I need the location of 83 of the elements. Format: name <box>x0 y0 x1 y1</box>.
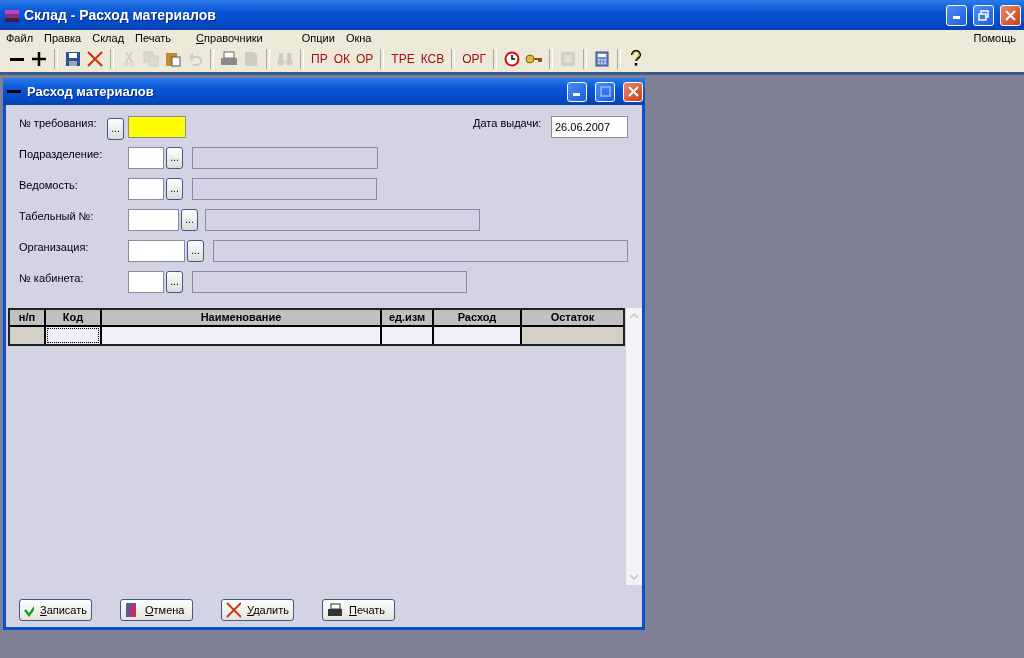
plus-icon <box>31 51 47 67</box>
printer-icon <box>327 603 343 617</box>
table-cell[interactable] <box>382 327 432 344</box>
menu-item[interactable]: Справочники <box>196 32 263 44</box>
input-field[interactable] <box>128 240 185 262</box>
delete-x-icon <box>226 602 241 618</box>
lookup-button[interactable]: ... <box>166 147 183 169</box>
window-title: Склад - Расход материалов <box>24 7 217 23</box>
input-field[interactable] <box>128 209 179 231</box>
date-field[interactable]: 26.06.2007 <box>551 116 628 138</box>
printer-icon <box>220 51 238 67</box>
lookup-button[interactable]: ... <box>166 178 183 200</box>
table-cell[interactable] <box>10 327 44 344</box>
menu-item[interactable]: Печать <box>135 32 172 44</box>
scissors-icon <box>121 51 137 67</box>
action-button[interactable]: Отмена <box>120 599 193 621</box>
maximize-button[interactable] <box>595 81 615 102</box>
menu-item[interactable]: Файл <box>6 32 34 44</box>
help-question-icon <box>629 50 644 68</box>
toolbar-button[interactable]: ОК <box>330 48 353 70</box>
books-icon <box>4 7 20 23</box>
field-label: № кабинета: <box>19 271 85 284</box>
document-icon <box>243 51 259 67</box>
scrollbar[interactable] <box>626 308 642 585</box>
toolbar-button[interactable]: ОРГ <box>459 48 490 70</box>
field-label: Дата выдачи: <box>473 116 543 129</box>
lookup-button[interactable]: ... <box>166 271 183 293</box>
menu-item[interactable]: Помощь <box>973 32 1016 44</box>
delete-x-icon <box>86 50 104 68</box>
restore-icon <box>978 9 989 21</box>
table-cell[interactable] <box>434 327 520 344</box>
field-label: Ведомость: <box>19 178 79 191</box>
lookup-button[interactable]: ... <box>187 240 204 262</box>
input-field[interactable] <box>128 116 186 138</box>
close-icon <box>1005 9 1016 21</box>
close-button[interactable] <box>623 81 643 102</box>
column-header[interactable]: н/п <box>10 310 44 325</box>
door-icon <box>125 602 139 618</box>
menu-item[interactable]: Правка <box>44 32 82 44</box>
restore-button[interactable] <box>973 4 994 26</box>
column-header[interactable]: Расход <box>434 310 520 325</box>
child-window-title: Расход материалов <box>27 84 155 99</box>
close-icon <box>627 86 639 97</box>
lookup-button[interactable]: ... <box>107 118 124 140</box>
field-label: Организация: <box>19 240 90 253</box>
copy-icon <box>143 51 159 67</box>
toolbar-button[interactable]: КСВ <box>417 48 448 70</box>
field-label: № требования: <box>19 116 98 129</box>
toolbar-button[interactable]: ОР <box>352 48 377 70</box>
calculator-icon <box>595 51 610 67</box>
table-cell[interactable] <box>522 327 623 344</box>
table-cell[interactable] <box>46 327 100 344</box>
minus-icon <box>10 57 24 61</box>
minimize-button[interactable] <box>946 4 967 26</box>
column-header[interactable]: ед.изм <box>382 310 432 325</box>
clock-icon <box>504 51 521 67</box>
column-header[interactable]: Код <box>46 310 100 325</box>
action-button[interactable]: Записать <box>19 599 92 621</box>
action-button[interactable]: Печать <box>322 599 395 621</box>
field-label: Табельный №: <box>19 209 95 222</box>
toolbar-button[interactable]: ТРЕ <box>388 48 418 70</box>
menu-item[interactable]: Склад <box>92 32 125 44</box>
close-button[interactable] <box>1000 4 1021 26</box>
column-header[interactable]: Наименование <box>102 310 380 325</box>
action-button[interactable]: Удалить <box>221 599 294 621</box>
lookup-button[interactable]: ... <box>181 209 198 231</box>
clipboard-icon <box>165 51 181 67</box>
toolbar-button[interactable]: ПР <box>308 48 331 70</box>
grid-icon <box>560 51 577 67</box>
input-field[interactable] <box>128 271 164 293</box>
field-label: Подразделение: <box>19 147 104 160</box>
dash-icon <box>7 89 21 94</box>
table-cell[interactable] <box>102 327 380 344</box>
maximize-icon <box>599 86 611 97</box>
input-field[interactable] <box>128 147 164 169</box>
binoculars-icon <box>277 51 293 67</box>
key-icon <box>525 51 544 67</box>
input-field[interactable] <box>128 178 164 200</box>
menu-item[interactable]: Окна <box>345 32 372 44</box>
menu-item[interactable]: Опции <box>301 32 335 44</box>
minimize-button[interactable] <box>567 81 587 102</box>
column-header[interactable]: Остаток <box>522 310 623 325</box>
undo-icon <box>187 51 203 67</box>
